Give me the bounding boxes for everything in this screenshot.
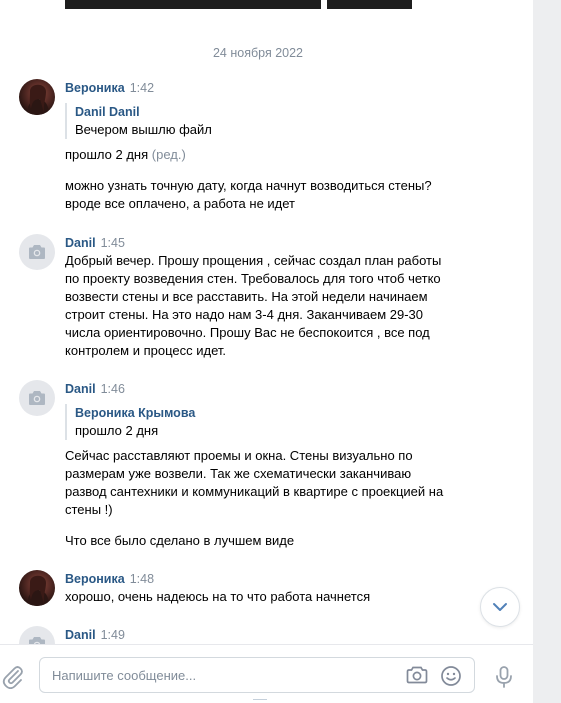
paperclip-icon bbox=[2, 666, 23, 690]
page-background bbox=[533, 0, 561, 703]
message-header: Danil 1:46 bbox=[65, 380, 125, 398]
message-author[interactable]: Danil bbox=[65, 236, 96, 250]
emoji-button[interactable] bbox=[440, 665, 462, 690]
message-text: Что все было сделано в лучшем виде bbox=[65, 533, 295, 548]
message-author[interactable]: Вероника bbox=[65, 81, 125, 95]
chat-history[interactable]: 24 ноября 2022 Вероника 1:42 Danil Danil … bbox=[0, 0, 533, 703]
message-time[interactable]: 1:48 bbox=[130, 572, 154, 586]
message-text: прошло 2 дня (ред.) bbox=[65, 146, 485, 164]
attached-photo[interactable] bbox=[327, 0, 412, 9]
message-time[interactable]: 1:45 bbox=[101, 236, 125, 250]
camera-icon bbox=[29, 245, 45, 259]
message-author[interactable]: Вероника bbox=[65, 572, 125, 586]
forwarded-message[interactable]: Вероника Крымова прошло 2 дня bbox=[65, 404, 195, 440]
forwarded-text: Вечером вышлю файл bbox=[75, 122, 212, 137]
message-header: Danil 1:49 bbox=[65, 626, 125, 644]
forwarded-author[interactable]: Danil Danil bbox=[75, 103, 212, 121]
forwarded-message[interactable]: Danil Danil Вечером вышлю файл bbox=[65, 103, 212, 139]
message-time[interactable]: 1:46 bbox=[101, 382, 125, 396]
resize-handle[interactable] bbox=[253, 699, 267, 703]
camera-button[interactable] bbox=[406, 665, 428, 688]
forwarded-text: прошло 2 дня bbox=[75, 423, 159, 438]
avatar[interactable] bbox=[19, 570, 55, 606]
message-header: Danil 1:45 bbox=[65, 234, 125, 252]
message-text: Добрый вечер. Прошу прощения , сейчас со… bbox=[65, 253, 442, 358]
reply-text: прошло 2 дня bbox=[65, 147, 149, 162]
avatar[interactable] bbox=[19, 79, 55, 115]
voice-message-button[interactable] bbox=[494, 665, 514, 692]
message-text: хорошо, очень надеюсь на то что работа н… bbox=[65, 589, 371, 604]
message-text: Сейчас расставляют проемы и окна. Стены … bbox=[65, 448, 444, 517]
attach-button[interactable] bbox=[1, 665, 25, 692]
date-separator: 24 ноября 2022 bbox=[212, 46, 304, 60]
attached-photo[interactable] bbox=[65, 0, 321, 9]
message-text: можно узнать точную дату, когда начнут в… bbox=[65, 178, 432, 211]
camera-icon bbox=[29, 391, 45, 405]
message-author[interactable]: Danil bbox=[65, 382, 96, 396]
message-input-box[interactable] bbox=[39, 657, 475, 693]
message-time[interactable]: 1:42 bbox=[130, 81, 154, 95]
forwarded-author[interactable]: Вероника Крымова bbox=[75, 404, 195, 422]
message-input[interactable] bbox=[52, 666, 382, 684]
message-composer bbox=[0, 644, 533, 703]
avatar[interactable] bbox=[19, 234, 55, 270]
message-header: Вероника 1:48 bbox=[65, 570, 154, 588]
message-time[interactable]: 1:49 bbox=[101, 628, 125, 642]
camera-icon bbox=[406, 666, 428, 684]
message-author[interactable]: Danil bbox=[65, 628, 96, 642]
message-header: Вероника 1:42 bbox=[65, 79, 154, 97]
smile-icon bbox=[441, 666, 461, 686]
avatar[interactable] bbox=[19, 380, 55, 416]
microphone-icon bbox=[496, 666, 512, 688]
edited-mark: (ред.) bbox=[151, 147, 186, 162]
scroll-down-button[interactable] bbox=[480, 587, 520, 627]
chevron-down-icon bbox=[493, 603, 507, 611]
